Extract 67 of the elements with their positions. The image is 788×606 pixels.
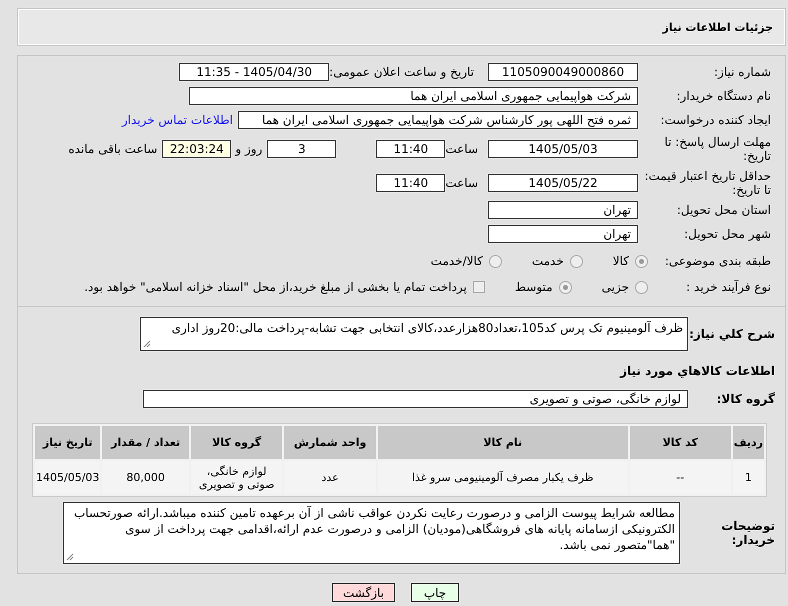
field-label: تاریخ و ساعت اعلان عمومی: (329, 65, 474, 79)
field-label: شماره نیاز: (713, 65, 772, 79)
city-field[interactable]: تهران (488, 225, 638, 243)
days-field[interactable]: 3 (267, 140, 336, 158)
field-label: طبقه بندی موضوعی: (664, 254, 772, 268)
page-title: جزئیات اطلاعات نیاز (662, 20, 773, 34)
table-cell: 1405/05/03 (35, 461, 100, 494)
option-label: جزیی (602, 280, 629, 294)
buyer-notes-text: مطالعه شرایط پیوست الزامی و درصورت رعایت نکردن عواقب ناشی از آن برعهده تامین کننده میباشد.ارائه صورتحساب الکترونیکی ازسامانه پایانه های فروشگاهی(مودیان) الزامی و درصورت عدم ارائه،اقدامی جهت پرداخت از سوی "هما"متصور نمی باشد. (74, 506, 675, 552)
print-button[interactable]: چاپ (411, 583, 459, 602)
field-label: ساعت باقی مانده (68, 142, 158, 156)
radio-button[interactable] (570, 254, 583, 268)
buyer-field[interactable]: شرکت هواپیمایی جمهوری اسلامی ایران هما (189, 87, 638, 105)
resize-grip-icon[interactable] (143, 340, 151, 348)
field-label: ایجاد کننده درخواست: (659, 113, 772, 127)
remaining-time-field[interactable]: 22:03:24 (162, 140, 232, 158)
option-label: خدمت (532, 254, 564, 268)
checkbox[interactable] (472, 281, 485, 293)
buyer-contact-link[interactable]: اطلاعات تماس خریدار (122, 113, 233, 127)
field-label: ساعت (445, 142, 478, 156)
option-label: کالا/خدمت (430, 254, 483, 268)
requester-field[interactable]: ثمره فتح اللهی پور کارشناس شرکت هواپیمایی جمهوری اسلامی ایران هما (238, 111, 638, 129)
description-box[interactable]: ظرف آلومینیوم تک پرس کد105،تعداد80هزارعدد،کالای انتخابی جهت تشابه-پرداخت مالی:20روز اداری (140, 317, 688, 351)
field-label: مهلت ارسال پاسخ: تا تاریخ: (663, 135, 772, 163)
announce-date-field[interactable]: 1405/04/30 - 11:35 (179, 63, 330, 81)
date-field[interactable]: 1405/05/03 (488, 140, 638, 158)
table-cell: -- (630, 461, 731, 494)
date-field[interactable]: 1405/05/22 (488, 174, 638, 192)
buyer-notes-box[interactable] (63, 502, 680, 564)
radio-button[interactable] (635, 254, 648, 268)
need-number-field[interactable]: 1105090049000860 (488, 63, 638, 81)
section-heading: اطلاعات کالاهاي مورد نياز (620, 364, 776, 378)
back-button[interactable]: بازگشت (332, 583, 395, 602)
field-label: نوع فرآیند خرید : (685, 280, 772, 294)
field-label: گروه کالا: (716, 392, 776, 406)
field-label: استان محل تحویل: (676, 203, 772, 217)
column-header: نام کالا (378, 426, 628, 459)
radio-button[interactable] (558, 280, 572, 294)
column-header: ردیف (732, 426, 764, 459)
table-cell: 1 (732, 461, 764, 494)
field-label: شهر محل تحویل: (683, 227, 772, 241)
option-label: کالا (612, 254, 629, 268)
radio-button[interactable] (488, 254, 502, 268)
option-label: متوسط (514, 280, 553, 294)
description-text: ظرف آلومینیوم تک پرس کد105،تعداد80هزارعدد،کالای انتخابی جهت تشابه-پرداخت مالی:20روز اداری (172, 321, 683, 335)
field-label: حداقل تاریخ اعتبار قیمت: تا تاریخ: (643, 169, 772, 197)
field-label: توضیحات خریدار: (720, 519, 776, 547)
column-header: واحد شمارش (284, 426, 376, 459)
province-field[interactable]: تهران (488, 201, 638, 219)
radio-button[interactable] (635, 280, 648, 294)
table-cell: 80,000 (102, 461, 189, 494)
table-cell: ظرف یکبار مصرف آلومینیومی سرو غذا (378, 461, 628, 494)
field-label: روز و (235, 142, 262, 156)
column-header: کد کالا (630, 426, 731, 459)
column-header: گروه کالا (190, 426, 282, 459)
payment-note: پرداخت تمام یا بخشی از مبلغ خرید،از محل "اسناد خزانه اسلامی" خواهد بود. (84, 280, 467, 294)
field-label: ساعت (445, 176, 478, 190)
time-field[interactable]: 11:40 (376, 174, 446, 192)
column-header: تعداد / مقدار (102, 426, 189, 459)
goods-group-field[interactable]: لوازم خانگی، صوتی و تصویری (143, 390, 688, 408)
column-header: تاریخ نیاز (35, 426, 100, 459)
table-cell: لوازم خانگی، صوتی و تصویری (190, 461, 282, 494)
resize-grip-icon[interactable] (66, 553, 74, 561)
table-cell: عدد (284, 461, 376, 494)
time-field[interactable]: 11:40 (376, 140, 446, 158)
field-label: نام دستگاه خریدار: (676, 89, 772, 103)
field-label: شرح کلي نياز: (688, 327, 776, 341)
